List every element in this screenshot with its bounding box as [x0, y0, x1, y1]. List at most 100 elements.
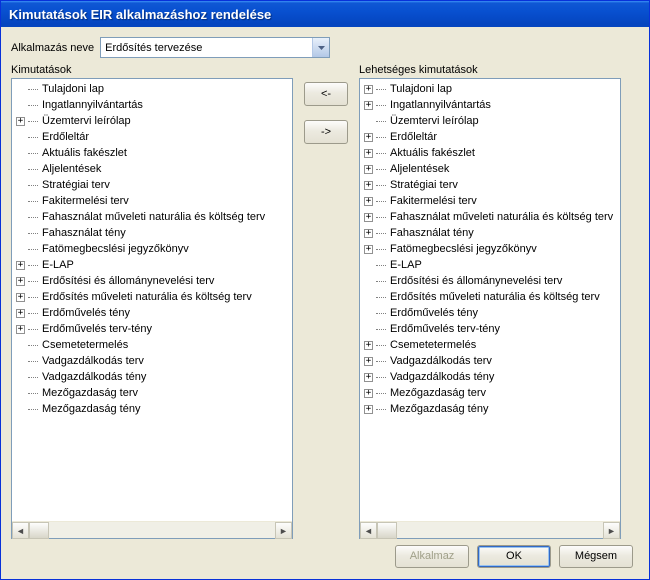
expand-icon[interactable]: +: [16, 117, 25, 126]
tree-item[interactable]: +Csemetetermelés: [360, 337, 620, 353]
tree-item[interactable]: Aljelentések: [12, 161, 292, 177]
expand-icon[interactable]: +: [364, 373, 373, 382]
scroll-thumb[interactable]: [29, 522, 49, 539]
expand-icon[interactable]: +: [364, 357, 373, 366]
expand-icon[interactable]: +: [364, 213, 373, 222]
app-name-select[interactable]: Erdősítés tervezése: [100, 37, 330, 58]
move-left-button[interactable]: <-: [304, 82, 348, 106]
expand-icon[interactable]: +: [364, 165, 373, 174]
tree-item-label: Fatömegbecslési jegyzőkönyv: [40, 243, 191, 255]
scroll-left-icon[interactable]: ◄: [360, 522, 377, 539]
h-scrollbar[interactable]: ◄ ►: [12, 521, 292, 538]
tree-item[interactable]: Aktuális fakészlet: [12, 145, 292, 161]
tree-item[interactable]: +E-LAP: [12, 257, 292, 273]
title-bar[interactable]: Kimutatások EIR alkalmazáshoz rendelése: [1, 1, 649, 27]
expand-icon[interactable]: +: [364, 341, 373, 350]
tree-connector: [28, 329, 38, 330]
expand-icon[interactable]: +: [364, 389, 373, 398]
scroll-right-icon[interactable]: ►: [275, 522, 292, 539]
tree-item-label: Üzemtervi leírólap: [40, 115, 133, 127]
tree-connector: [376, 201, 386, 202]
tree-item[interactable]: +Erdősítés műveleti naturália és költség…: [12, 289, 292, 305]
expand-icon[interactable]: +: [364, 229, 373, 238]
h-scrollbar[interactable]: ◄ ►: [360, 521, 620, 538]
tree-item[interactable]: Ingatlannyilvántartás: [12, 97, 292, 113]
tree-item-label: Fahasználat műveleti naturália és költsé…: [40, 211, 267, 223]
tree-item[interactable]: +Mezőgazdaság tény: [360, 401, 620, 417]
tree-item[interactable]: +Erdősítési és állománynevelési terv: [12, 273, 292, 289]
expand-icon[interactable]: +: [364, 197, 373, 206]
expand-icon[interactable]: +: [364, 405, 373, 414]
tree-item[interactable]: +Fahasználat műveleti naturália és költs…: [360, 209, 620, 225]
tree-item-label: Aktuális fakészlet: [40, 147, 129, 159]
expand-icon[interactable]: +: [16, 293, 25, 302]
expand-icon[interactable]: +: [16, 261, 25, 270]
tree-item[interactable]: Erdőművelés terv-tény: [360, 321, 620, 337]
tree-connector: [28, 377, 38, 378]
tree-spacer: [16, 229, 25, 238]
tree-item[interactable]: Erdősítési és állománynevelési terv: [360, 273, 620, 289]
tree-item[interactable]: +Tulajdoni lap: [360, 81, 620, 97]
available-tree[interactable]: +Tulajdoni lap+IngatlannyilvántartásÜzem…: [360, 79, 620, 521]
tree-item[interactable]: +Erdőművelés terv-tény: [12, 321, 292, 337]
tree-item[interactable]: Fakitermelési terv: [12, 193, 292, 209]
expand-icon[interactable]: +: [364, 245, 373, 254]
scroll-left-icon[interactable]: ◄: [12, 522, 29, 539]
tree-item[interactable]: +Fakitermelési terv: [360, 193, 620, 209]
tree-item-label: Vadgazdálkodás tény: [40, 371, 148, 383]
tree-item[interactable]: Mezőgazdaság tény: [12, 401, 292, 417]
tree-item[interactable]: Vadgazdálkodás terv: [12, 353, 292, 369]
tree-item[interactable]: +Vadgazdálkodás terv: [360, 353, 620, 369]
tree-item[interactable]: Fahasználat műveleti naturália és költsé…: [12, 209, 292, 225]
move-right-button[interactable]: ->: [304, 120, 348, 144]
tree-item[interactable]: +Fahasználat tény: [360, 225, 620, 241]
tree-item[interactable]: Erdőleltár: [12, 129, 292, 145]
tree-item[interactable]: Vadgazdálkodás tény: [12, 369, 292, 385]
tree-spacer: [16, 341, 25, 350]
chevron-down-icon[interactable]: [312, 38, 329, 57]
tree-item[interactable]: + Stratégiai terv: [360, 177, 620, 193]
tree-item[interactable]: +Ingatlannyilvántartás: [360, 97, 620, 113]
tree-spacer: [364, 325, 373, 334]
tree-item[interactable]: Stratégiai terv: [12, 177, 292, 193]
tree-item[interactable]: Fahasználat tény: [12, 225, 292, 241]
scroll-right-icon[interactable]: ►: [603, 522, 620, 539]
expand-icon[interactable]: +: [364, 101, 373, 110]
tree-item[interactable]: Mezőgazdaság terv: [12, 385, 292, 401]
tree-item[interactable]: Erdőművelés tény: [360, 305, 620, 321]
scroll-track[interactable]: [397, 522, 603, 538]
tree-item[interactable]: +Aljelentések: [360, 161, 620, 177]
expand-icon[interactable]: +: [16, 277, 25, 286]
scroll-track[interactable]: [49, 522, 275, 538]
expand-icon[interactable]: +: [16, 325, 25, 334]
expand-icon[interactable]: +: [364, 181, 373, 190]
footer-buttons: Alkalmaz OK Mégsem: [11, 539, 639, 573]
tree-item[interactable]: Csemetetermelés: [12, 337, 292, 353]
ok-button[interactable]: OK: [477, 545, 551, 568]
tree-item[interactable]: Üzemtervi leírólap: [360, 113, 620, 129]
tree-item[interactable]: +Erdőleltár: [360, 129, 620, 145]
apply-button[interactable]: Alkalmaz: [395, 545, 469, 568]
tree-item[interactable]: Tulajdoni lap: [12, 81, 292, 97]
expand-icon[interactable]: +: [364, 133, 373, 142]
tree-spacer: [16, 373, 25, 382]
tree-item[interactable]: E-LAP: [360, 257, 620, 273]
expand-icon[interactable]: +: [364, 149, 373, 158]
tree-item[interactable]: Erdősítés műveleti naturália és költség …: [360, 289, 620, 305]
tree-item[interactable]: Fatömegbecslési jegyzőkönyv: [12, 241, 292, 257]
tree-connector: [376, 121, 386, 122]
tree-item-label: Stratégiai terv: [388, 179, 460, 191]
tree-item[interactable]: +Mezőgazdaság terv: [360, 385, 620, 401]
tree-item-label: Ingatlannyilvántartás: [40, 99, 145, 111]
expand-icon[interactable]: +: [16, 309, 25, 318]
tree-item[interactable]: +Fatömegbecslési jegyzőkönyv: [360, 241, 620, 257]
expand-icon[interactable]: +: [364, 85, 373, 94]
assigned-tree[interactable]: Tulajdoni lap Ingatlannyilvántartás + Üzemt…: [12, 79, 292, 521]
tree-item[interactable]: + Üzemtervi leírólap: [12, 113, 292, 129]
scroll-thumb[interactable]: [377, 522, 397, 539]
tree-item[interactable]: +Erdőművelés tény: [12, 305, 292, 321]
tree-item[interactable]: +Aktuális fakészlet: [360, 145, 620, 161]
tree-item[interactable]: +Vadgazdálkodás tény: [360, 369, 620, 385]
cancel-button[interactable]: Mégsem: [559, 545, 633, 568]
tree-connector: [28, 361, 38, 362]
